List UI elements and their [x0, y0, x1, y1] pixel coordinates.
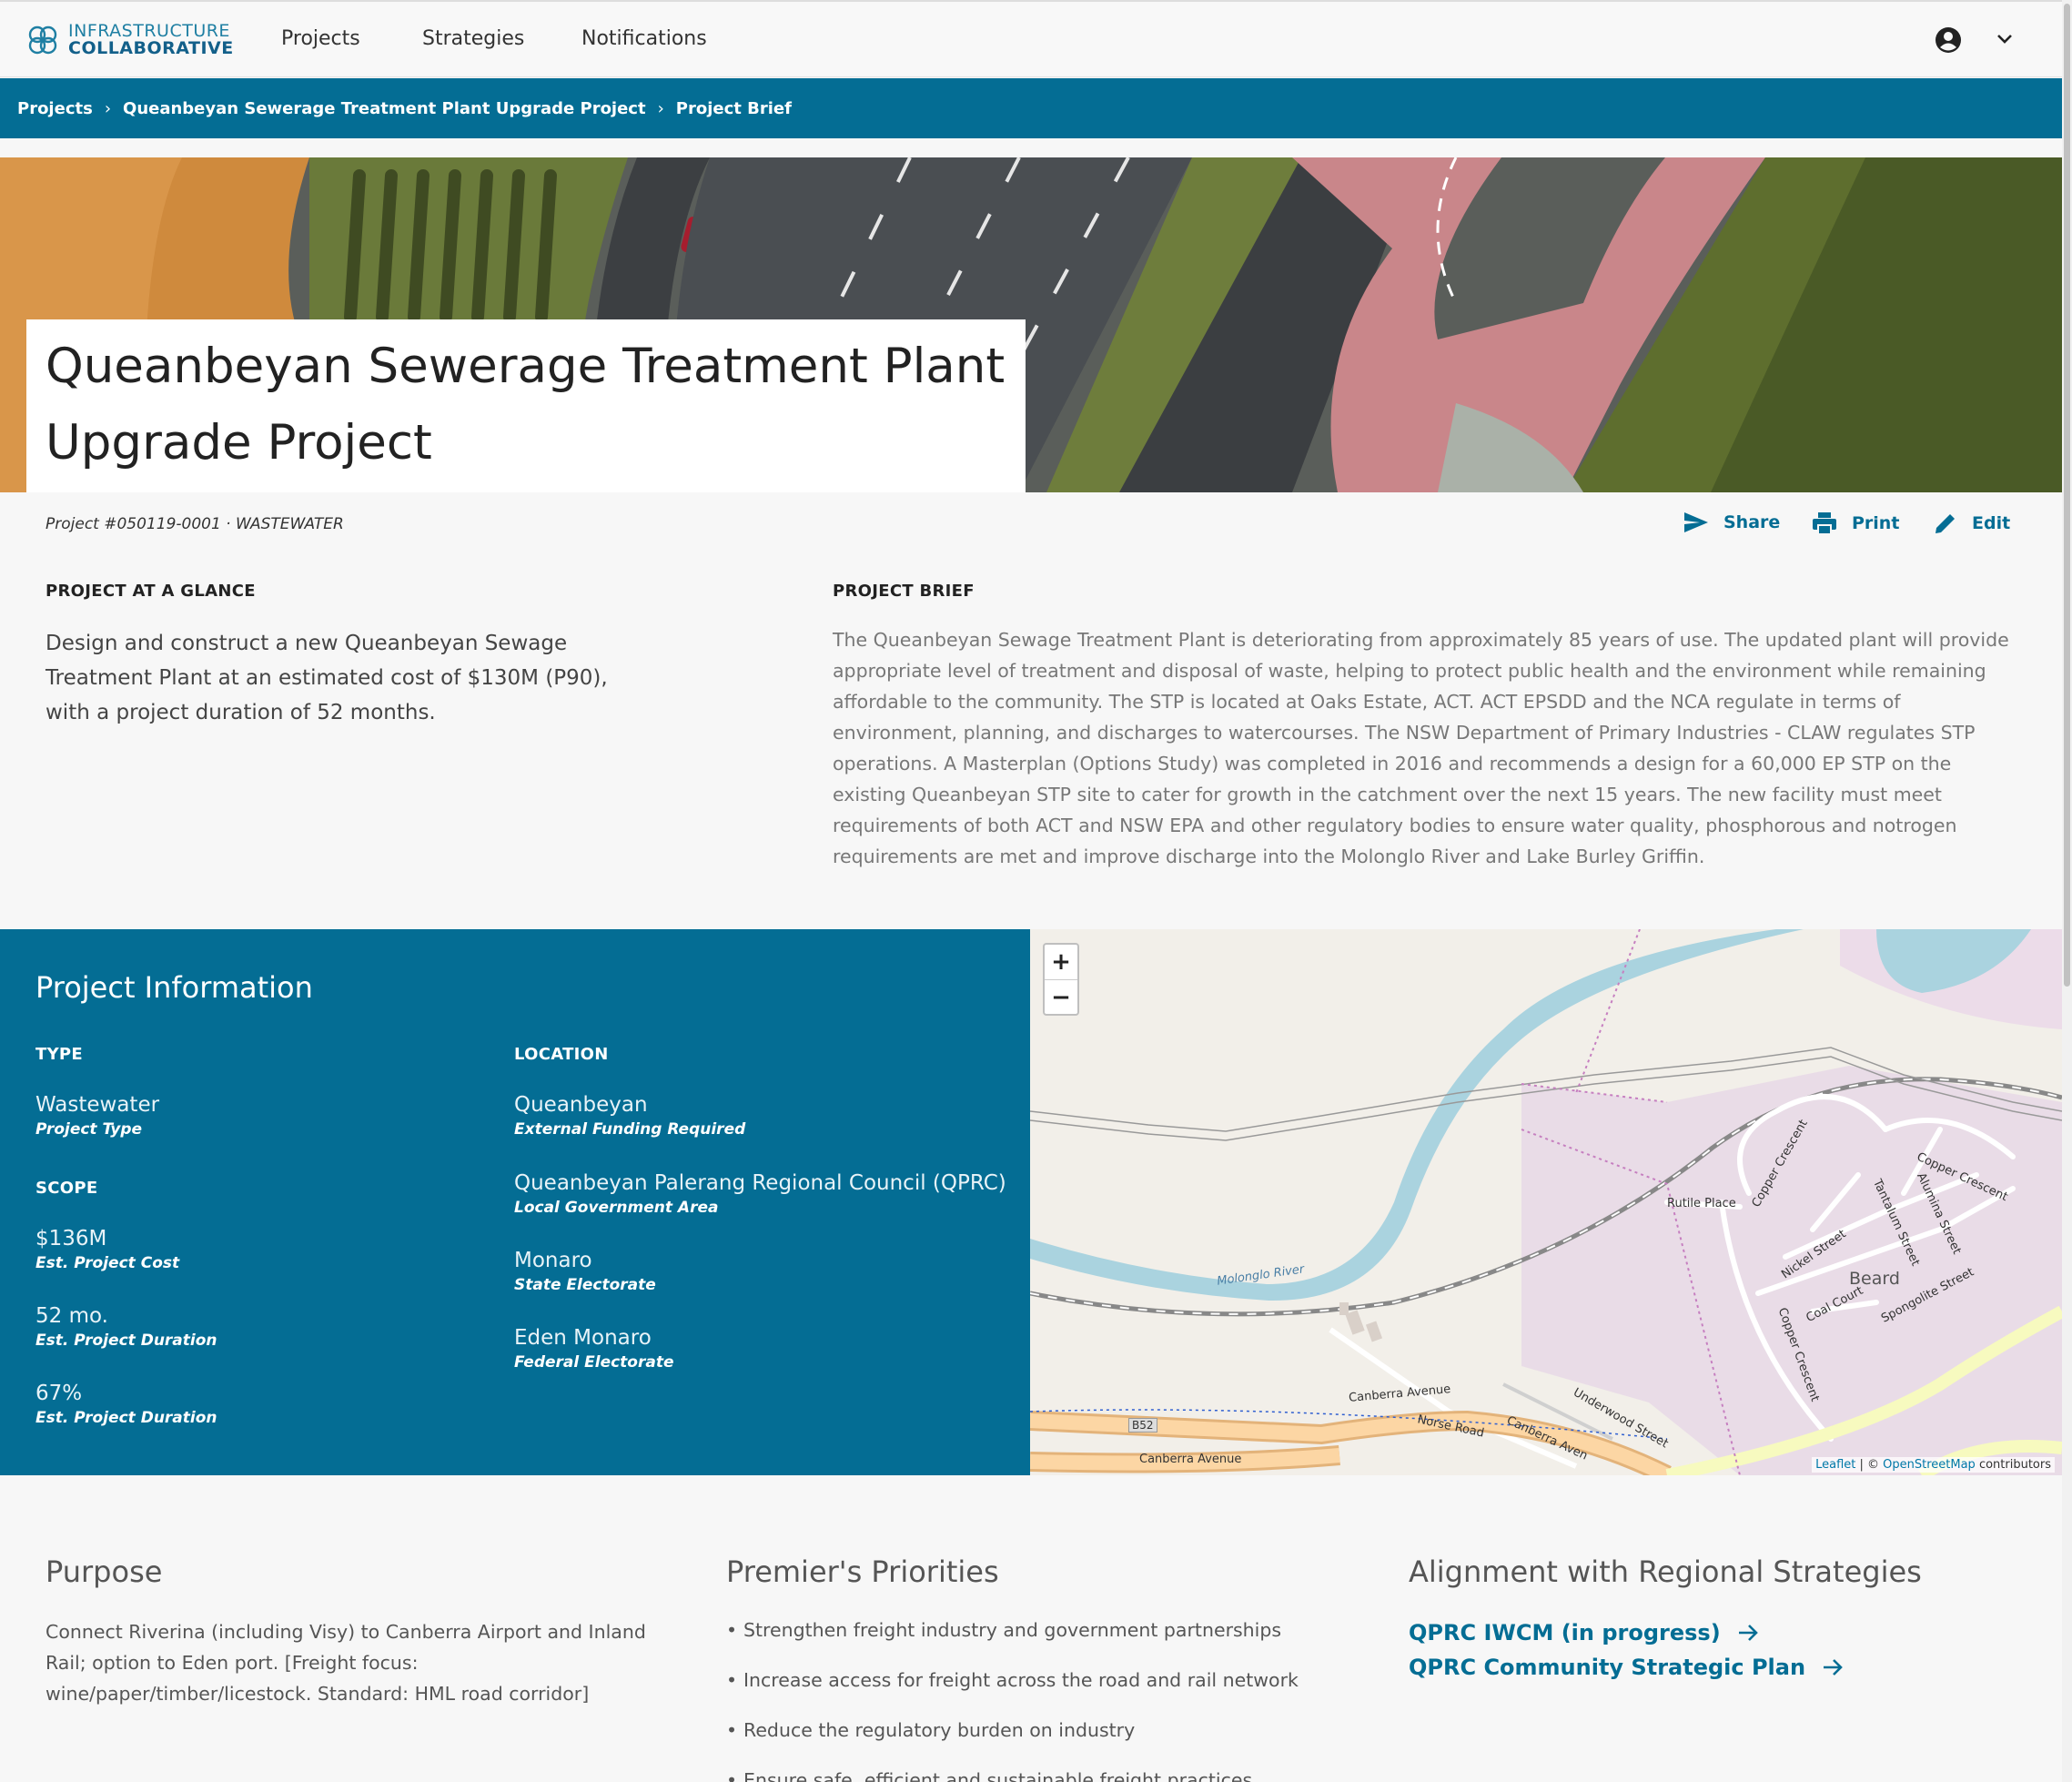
send-icon: [1684, 512, 1708, 532]
breadcrumb-project[interactable]: Queanbeyan Sewerage Treatment Plant Upgr…: [123, 99, 646, 118]
project-title-line2: Upgrade Project: [45, 415, 432, 471]
scope-item-duration: 52 mo. Est. Project Duration: [35, 1302, 217, 1352]
strategy-link-label: QPRC Community Strategic Plan: [1409, 1655, 1806, 1680]
pencil-icon: [1936, 514, 1955, 533]
printer-icon: [1813, 512, 1836, 535]
location-sub: State Electorate: [514, 1276, 656, 1294]
type-sub: Project Type: [35, 1120, 143, 1139]
scope-item-progress: 67% Est. Project Duration: [35, 1380, 217, 1429]
location-item: Monaro State Electorate: [514, 1247, 656, 1296]
map-zoom-control: + −: [1043, 943, 1079, 1016]
map-label-route: B52: [1128, 1418, 1157, 1433]
location-label: LOCATION: [514, 1045, 609, 1064]
strategy-link-community-plan[interactable]: QPRC Community Strategic Plan: [1409, 1655, 1844, 1680]
arrow-right-icon: [1738, 1625, 1758, 1641]
priority-item: Ensure safe, efficient and sustainable f…: [726, 1767, 1363, 1782]
scope-sub: Est. Project Duration: [35, 1331, 217, 1350]
type-item: Wastewater Project Type: [35, 1091, 159, 1140]
strategy-link-label: QPRC IWCM (in progress): [1409, 1620, 1721, 1645]
alignment-heading: Alignment with Regional Strategies: [1409, 1554, 1922, 1589]
map-label-street: Rutile Place: [1667, 1197, 1736, 1210]
logo-line2: COLLABORATIVE: [68, 38, 234, 58]
scope-item-cost: $136M Est. Project Cost: [35, 1225, 179, 1274]
breadcrumb-projects[interactable]: Projects: [17, 99, 93, 118]
breadcrumb-separator: ›: [657, 98, 664, 118]
priorities-list: Strengthen freight industry and governme…: [726, 1616, 1363, 1782]
leaflet-link[interactable]: Leaflet: [1815, 1458, 1855, 1472]
zoom-out-button[interactable]: −: [1045, 979, 1077, 1014]
scope-sub: Est. Project Cost: [35, 1254, 180, 1272]
location-value: Monaro: [514, 1249, 592, 1272]
location-value: Eden Monaro: [514, 1326, 652, 1350]
scope-value: 52 mo.: [35, 1304, 108, 1328]
priority-item: Increase access for freight across the r…: [726, 1666, 1363, 1716]
location-sub: External Funding Required: [514, 1120, 746, 1139]
scope-label: SCOPE: [35, 1179, 98, 1198]
breadcrumb: Projects › Queanbeyan Sewerage Treatment…: [0, 78, 2062, 138]
site-logo[interactable]: INFRASTRUCTURE COLLABORATIVE: [25, 20, 234, 60]
scope-sub: Est. Project Duration: [35, 1409, 217, 1427]
breadcrumb-separator: ›: [104, 98, 112, 118]
print-button[interactable]: Print: [1812, 511, 1899, 535]
map-attribution: Leaflet | © OpenStreetMap contributors: [1812, 1457, 2055, 1473]
glance-heading: PROJECT AT A GLANCE: [45, 582, 256, 601]
location-value: Queanbeyan: [514, 1093, 648, 1117]
account-icon[interactable]: [1935, 26, 1962, 54]
nav-link-projects[interactable]: Projects: [281, 27, 360, 50]
type-value: Wastewater: [35, 1093, 160, 1117]
page-scrollbar[interactable]: [2062, 0, 2072, 1782]
location-item: Eden Monaro Federal Electorate: [514, 1324, 674, 1373]
zoom-in-button[interactable]: +: [1045, 945, 1077, 979]
project-meta: Project #050119-0001 · WASTEWATER: [45, 515, 344, 533]
share-button[interactable]: Share: [1683, 511, 1780, 533]
print-label: Print: [1852, 513, 1900, 533]
edit-label: Edit: [1972, 513, 2011, 533]
type-label: TYPE: [35, 1045, 84, 1064]
nav-link-strategies[interactable]: Strategies: [422, 27, 524, 50]
attribution-suffix: contributors: [1975, 1458, 2051, 1472]
attribution-separator: | ©: [1855, 1458, 1884, 1472]
purpose-heading: Purpose: [45, 1554, 163, 1589]
brief-text: The Queanbeyan Sewage Treatment Plant is…: [833, 629, 2009, 867]
breadcrumb-current: Project Brief: [675, 98, 792, 118]
location-sub: Local Government Area: [514, 1199, 719, 1217]
chevron-down-icon[interactable]: [1996, 33, 2014, 46]
edit-button[interactable]: Edit: [1934, 511, 2010, 535]
map-tiles: [1030, 929, 2062, 1475]
share-label: Share: [1723, 512, 1781, 532]
purpose-text: Connect Riverina (including Visy) to Can…: [45, 1621, 646, 1705]
location-value: Queanbeyan Palerang Regional Council (QP…: [514, 1171, 1006, 1195]
logo-icon: [28, 25, 57, 55]
arrow-right-icon: [1824, 1659, 1843, 1676]
project-title-line1: Queanbeyan Sewerage Treatment Plant: [45, 339, 1006, 394]
brief-heading: PROJECT BRIEF: [833, 582, 975, 601]
priority-item: Strengthen freight industry and governme…: [726, 1616, 1363, 1666]
location-sub: Federal Electorate: [514, 1353, 674, 1372]
priorities-heading: Premier's Priorities: [726, 1554, 999, 1589]
priority-item: Reduce the regulatory burden on industry: [726, 1716, 1363, 1767]
openstreetmap-link[interactable]: OpenStreetMap: [1883, 1458, 1976, 1472]
location-item: Queanbeyan Palerang Regional Council (QP…: [514, 1169, 1006, 1219]
nav-link-notifications[interactable]: Notifications: [581, 27, 707, 50]
project-information-heading: Project Information: [35, 970, 313, 1005]
scrollbar-thumb[interactable]: [2064, 4, 2070, 987]
location-item: Queanbeyan External Funding Required: [514, 1091, 745, 1140]
project-title-card: Queanbeyan Sewerage Treatment Plant Upgr…: [26, 319, 1026, 492]
project-information-panel: Project Information TYPE Wastewater Proj…: [0, 929, 1030, 1475]
strategy-link-iwcm[interactable]: QPRC IWCM (in progress): [1409, 1620, 1759, 1645]
glance-text: Design and construct a new Queanbeyan Se…: [45, 632, 608, 724]
project-title: Queanbeyan Sewerage Treatment Plant Upgr…: [45, 329, 1007, 481]
top-navbar: INFRASTRUCTURE COLLABORATIVE Projects St…: [0, 0, 2062, 77]
scope-value: $136M: [35, 1227, 107, 1250]
scope-value: 67%: [35, 1382, 83, 1405]
map-label-road: Canberra Avenue: [1139, 1453, 1242, 1466]
location-map[interactable]: + − Molonglo River Beard Rutile Place Co…: [1030, 929, 2062, 1475]
